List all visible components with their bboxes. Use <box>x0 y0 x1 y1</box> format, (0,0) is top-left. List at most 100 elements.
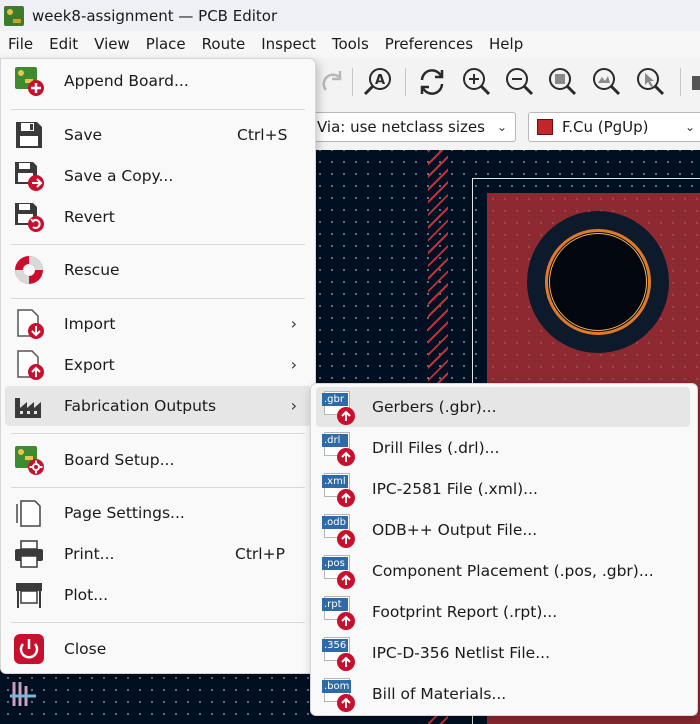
submenu-item-gerbers[interactable]: .gbr Gerbers (.gbr)... <box>316 387 690 427</box>
menu-item-export[interactable]: Export › <box>5 345 311 385</box>
menu-item-plot[interactable]: Plot... <box>5 575 311 615</box>
netlist-file-icon: .356 <box>322 637 356 671</box>
menu-separator <box>11 433 305 434</box>
menu-item-label: Close <box>64 640 107 658</box>
mounting-hole-pad[interactable] <box>545 229 651 335</box>
via-size-combo[interactable]: Via: use netclass sizes ⌄ <box>300 112 516 142</box>
menu-separator <box>11 622 305 623</box>
xml-file-icon: .xml <box>322 473 356 507</box>
refresh-icon[interactable] <box>416 66 448 98</box>
submenu-item-bill-of-materials[interactable]: .bom Bill of Materials... <box>316 674 690 714</box>
menu-item-label: Rescue <box>64 261 120 279</box>
menu-item-label: Revert <box>64 208 115 226</box>
revert-icon <box>13 201 45 233</box>
menu-view[interactable]: View <box>86 31 138 58</box>
menu-item-board-setup[interactable]: Board Setup... <box>5 440 311 480</box>
menu-help[interactable]: Help <box>481 31 531 58</box>
menu-item-label: Print... <box>64 545 115 563</box>
rpt-file-icon: .rpt <box>322 596 356 630</box>
menu-item-close[interactable]: Close <box>5 629 311 669</box>
menu-item-save-copy[interactable]: Save a Copy... <box>5 156 311 196</box>
menu-item-label: Import <box>64 315 116 333</box>
plotter-icon <box>13 579 45 611</box>
submenu-item-odb[interactable]: .odb ODB++ Output File... <box>316 510 690 550</box>
menu-inspect[interactable]: Inspect <box>253 31 324 58</box>
menu-separator <box>11 487 305 488</box>
zoom-out-icon[interactable] <box>503 66 535 98</box>
layer-combo[interactable]: F.Cu (PgUp) ⌄ <box>528 112 700 142</box>
redo-icon[interactable] <box>316 66 348 98</box>
zoom-fit-icon[interactable] <box>546 66 578 98</box>
menu-separator <box>11 109 305 110</box>
menu-item-rescue[interactable]: Rescue <box>5 250 311 290</box>
menu-bar: File Edit View Place Route Inspect Tools… <box>0 31 700 58</box>
toolbar-overflow-icon[interactable] <box>688 66 700 98</box>
menu-item-import[interactable]: Import › <box>5 304 311 344</box>
printer-icon <box>13 538 45 570</box>
fabrication-outputs-submenu: .gbr Gerbers (.gbr)... .drl Drill Files … <box>310 383 698 716</box>
odb-file-icon: .odb <box>322 514 356 548</box>
submenu-arrow-icon: › <box>290 355 297 374</box>
import-icon <box>13 308 45 340</box>
menu-preferences[interactable]: Preferences <box>377 31 481 58</box>
menu-edit[interactable]: Edit <box>41 31 86 58</box>
zoom-objects-icon[interactable] <box>590 66 622 98</box>
toolbar-separator <box>680 68 681 96</box>
board-setup-icon <box>13 444 45 476</box>
submenu-item-label: Component Placement (.pos, .gbr)... <box>372 562 654 580</box>
save-copy-icon <box>13 160 45 192</box>
menu-item-page-settings[interactable]: Page Settings... <box>5 493 311 533</box>
menu-item-label: Export <box>64 356 115 374</box>
menu-item-revert[interactable]: Revert <box>5 197 311 237</box>
menu-item-append-board[interactable]: Append Board... <box>5 61 311 101</box>
factory-icon <box>13 390 45 422</box>
menu-item-label: Plot... <box>64 586 108 604</box>
via-size-value: Via: use netclass sizes <box>317 118 485 136</box>
submenu-item-ipc-d-356[interactable]: .356 IPC-D-356 Netlist File... <box>316 633 690 673</box>
submenu-arrow-icon: › <box>290 314 297 333</box>
submenu-item-label: Footprint Report (.rpt)... <box>372 603 558 621</box>
submenu-item-label: Gerbers (.gbr)... <box>372 398 497 416</box>
menu-separator <box>11 298 305 299</box>
menu-route[interactable]: Route <box>194 31 254 58</box>
zoom-selection-icon[interactable] <box>634 66 666 98</box>
submenu-item-component-placement[interactable]: .pos Component Placement (.pos, .gbr)... <box>316 551 690 591</box>
zoom-in-icon[interactable] <box>460 66 492 98</box>
export-icon <box>13 349 45 381</box>
menu-place[interactable]: Place <box>138 31 194 58</box>
menu-item-label: Fabrication Outputs <box>64 397 217 415</box>
submenu-arrow-icon: › <box>290 396 297 415</box>
menu-item-label: Page Settings... <box>64 504 185 522</box>
shortcut-label: Ctrl+S <box>237 126 288 144</box>
footprint-tool-icon[interactable] <box>8 678 40 710</box>
chevron-down-icon: ⌄ <box>684 120 695 134</box>
submenu-item-label: Bill of Materials... <box>372 685 507 703</box>
power-icon <box>13 633 45 665</box>
rescue-lifebuoy-icon <box>13 254 45 286</box>
pos-file-icon: .pos <box>322 555 356 589</box>
submenu-item-label: Drill Files (.drl)... <box>372 439 500 457</box>
title-bar: week8-assignment — PCB Editor <box>0 0 700 31</box>
svg-text:A: A <box>375 73 385 88</box>
menu-file[interactable]: File <box>0 31 41 58</box>
submenu-item-label: IPC-2581 File (.xml)... <box>372 480 538 498</box>
toolbar-separator <box>405 68 406 96</box>
submenu-item-ipc-2581[interactable]: .xml IPC-2581 File (.xml)... <box>316 469 690 509</box>
submenu-item-label: ODB++ Output File... <box>372 521 538 539</box>
menu-item-fabrication-outputs[interactable]: Fabrication Outputs › <box>5 386 311 426</box>
find-icon[interactable]: A <box>362 66 394 98</box>
page-settings-icon <box>13 497 45 529</box>
menu-item-label: Append Board... <box>64 72 189 90</box>
chevron-down-icon: ⌄ <box>496 120 507 134</box>
menu-item-label: Save <box>64 126 103 144</box>
menu-separator <box>11 244 305 245</box>
menu-item-print[interactable]: Print... Ctrl+P <box>5 534 311 574</box>
menu-item-save[interactable]: Save Ctrl+S <box>5 115 311 155</box>
save-icon <box>13 119 45 151</box>
menu-item-label: Save a Copy... <box>64 167 174 185</box>
submenu-item-footprint-report[interactable]: .rpt Footprint Report (.rpt)... <box>316 592 690 632</box>
layer-color-swatch <box>537 119 553 135</box>
submenu-item-drill-files[interactable]: .drl Drill Files (.drl)... <box>316 428 690 468</box>
menu-tools[interactable]: Tools <box>324 31 377 58</box>
pcb-editor-app-icon <box>4 5 24 26</box>
